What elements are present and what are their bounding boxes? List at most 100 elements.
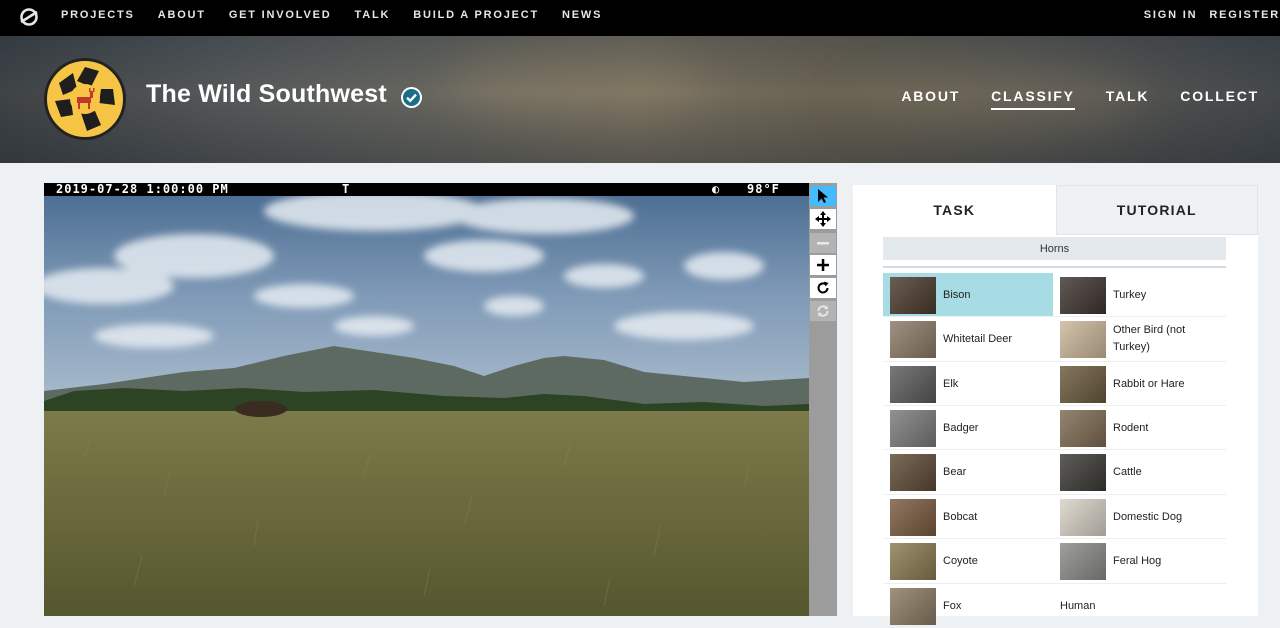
subject-image[interactable]: [44, 196, 809, 616]
species-label: Fox: [943, 599, 962, 612]
species-choice-other-bird-not-turkey[interactable]: Other Bird (not Turkey): [1053, 317, 1223, 361]
zoom-out-button[interactable]: [810, 233, 836, 253]
species-label: Coyote: [943, 554, 978, 567]
nav-get-involved-link[interactable]: GET INVOLVED: [229, 9, 332, 21]
project-nav: ABOUT CLASSIFY TALK COLLECT: [870, 88, 1259, 110]
row-divider: [883, 583, 1226, 584]
task-tabs: TASK TUTORIAL: [853, 185, 1258, 235]
project-avatar[interactable]: [44, 58, 126, 140]
nav-news-link[interactable]: NEWS: [562, 9, 602, 21]
reset-view-button[interactable]: [810, 301, 836, 321]
project-title[interactable]: The Wild Southwest: [146, 80, 387, 109]
auth-links: SIGN IN REGISTER: [1132, 0, 1280, 30]
species-thumbnail: [1060, 542, 1106, 580]
species-thumbnail: [1060, 276, 1106, 314]
species-thumbnail: [890, 498, 936, 536]
zooniverse-logo-icon[interactable]: [18, 6, 40, 28]
row-divider: [883, 538, 1226, 539]
pointer-tool-button[interactable]: [810, 186, 836, 206]
species-label: Other Bird (not Turkey): [1113, 324, 1186, 353]
rotate-button[interactable]: [810, 278, 836, 298]
species-choice-feral-hog[interactable]: Feral Hog: [1053, 539, 1223, 583]
species-choice-badger[interactable]: Badger: [883, 406, 1053, 450]
zoom-out-icon: [817, 242, 829, 245]
row-divider: [883, 361, 1226, 362]
pointer-icon: [818, 189, 828, 203]
global-nav-links: PROJECTS ABOUT GET INVOLVED TALK BUILD A…: [61, 0, 625, 30]
species-label: Domestic Dog: [1113, 510, 1183, 523]
tab-task[interactable]: TASK: [853, 185, 1056, 235]
species-choice-bear[interactable]: Bear: [883, 450, 1053, 494]
capture-datetime: 2019-07-28 1:00:00 PM: [56, 183, 229, 196]
species-choice-coyote[interactable]: Coyote: [883, 539, 1053, 583]
project-nav-collect[interactable]: COLLECT: [1180, 88, 1259, 110]
nav-talk-link[interactable]: TALK: [355, 9, 391, 21]
species-choice-elk[interactable]: Elk: [883, 362, 1053, 406]
species-choice-bison[interactable]: Bison: [883, 273, 1053, 317]
project-nav-about[interactable]: ABOUT: [901, 88, 960, 110]
divider: [883, 266, 1226, 268]
task-panel: TASK TUTORIAL Horns Bison Turkey Whitetail…: [853, 185, 1258, 625]
species-choice-bobcat[interactable]: Bobcat: [883, 495, 1053, 539]
species-thumbnail: [1060, 365, 1106, 403]
subject-viewer[interactable]: 2019-07-28 1:00:00 PM T ◐ 98°F: [44, 183, 809, 616]
species-thumbnail: [1060, 320, 1106, 358]
species-choice-domestic-dog[interactable]: Domestic Dog: [1053, 495, 1223, 539]
species-choice-rabbit-or-hare[interactable]: Rabbit or Hare: [1053, 362, 1223, 406]
viewer-toolbar: [809, 183, 837, 616]
camera-marker: T: [342, 183, 350, 196]
global-nav: PROJECTS ABOUT GET INVOLVED TALK BUILD A…: [0, 0, 1280, 36]
species-choice-cattle[interactable]: Cattle: [1053, 450, 1223, 494]
row-divider: [883, 449, 1226, 450]
bison-figure: [235, 401, 287, 417]
species-thumbnail: [890, 453, 936, 491]
move-tool-button[interactable]: [810, 209, 836, 229]
species-label: Human: [1060, 599, 1096, 612]
temperature-reading: 98°F: [747, 183, 780, 196]
species-label: Turkey: [1113, 288, 1147, 301]
species-label: Rabbit or Hare: [1113, 377, 1185, 390]
tab-tutorial[interactable]: TUTORIAL: [1055, 185, 1258, 235]
deer-camera-logo-icon: [49, 63, 121, 135]
species-thumbnail: [890, 320, 936, 358]
zoom-in-button[interactable]: [810, 255, 836, 275]
rotate-icon: [817, 281, 829, 294]
species-choice-whitetail-deer[interactable]: Whitetail Deer: [883, 317, 1053, 361]
zoom-in-icon: [817, 259, 829, 271]
species-label: Bear: [943, 465, 967, 478]
sign-in-link[interactable]: SIGN IN: [1144, 9, 1198, 21]
moon-phase-icon: ◐: [712, 183, 720, 196]
species-choice-rodent[interactable]: Rodent: [1053, 406, 1223, 450]
species-label: Whitetail Deer: [943, 332, 1013, 345]
species-thumbnail: [1060, 409, 1106, 447]
species-thumbnail: [1060, 453, 1106, 491]
species-label: Rodent: [1113, 421, 1149, 434]
filter-horns-button[interactable]: Horns: [883, 237, 1226, 260]
camera-info-strip: 2019-07-28 1:00:00 PM T ◐ 98°F: [44, 183, 809, 196]
nav-projects-link[interactable]: PROJECTS: [61, 9, 135, 21]
species-thumbnail: [890, 276, 936, 314]
species-label: Feral Hog: [1113, 554, 1162, 567]
species-label: Bison: [943, 288, 971, 301]
species-thumbnail: [890, 409, 936, 447]
move-icon: [815, 211, 831, 227]
row-divider: [883, 316, 1226, 317]
row-divider: [883, 405, 1226, 406]
species-thumbnail: [890, 365, 936, 403]
species-label: Badger: [943, 421, 979, 434]
species-choice-turkey[interactable]: Turkey: [1053, 273, 1223, 317]
species-thumbnail: [890, 542, 936, 580]
verified-check-icon: [401, 87, 422, 108]
register-link[interactable]: REGISTER: [1209, 9, 1280, 21]
project-nav-classify[interactable]: CLASSIFY: [991, 88, 1075, 110]
nav-about-link[interactable]: ABOUT: [158, 9, 206, 21]
project-nav-talk[interactable]: TALK: [1106, 88, 1150, 110]
species-thumbnail: [890, 587, 936, 625]
species-choice-human[interactable]: Human: [1053, 584, 1223, 628]
species-choice-fox[interactable]: Fox: [883, 584, 1053, 628]
species-label: Elk: [943, 377, 959, 390]
row-divider: [883, 494, 1226, 495]
species-thumbnail: [1060, 498, 1106, 536]
nav-build-project-link[interactable]: BUILD A PROJECT: [413, 9, 539, 21]
project-header: The Wild Southwest ABOUT CLASSIFY TALK C…: [0, 36, 1280, 163]
